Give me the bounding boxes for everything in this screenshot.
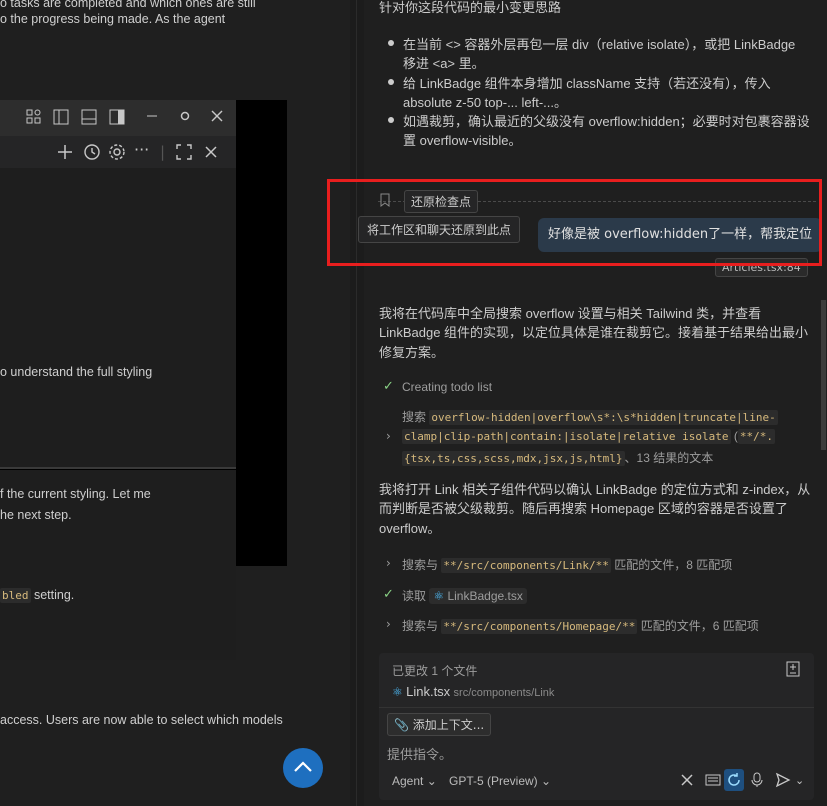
search-suffix: 、13 结果的文本 (624, 451, 714, 465)
mode-dropdown[interactable]: Agent ⌄ (392, 774, 437, 788)
separator-icon: | (160, 143, 166, 161)
search-glob: **/src/components/Link/** (441, 558, 611, 573)
react-icon: ⚛ (392, 685, 403, 699)
search-glob-ext: {tsx,ts,css,scss,mdx,jsx,js,html} (402, 451, 625, 466)
changed-file-name: Link.tsx (406, 684, 451, 699)
changed-file-row[interactable]: ⚛ Link.tsx src/components/Link (392, 684, 554, 699)
todo-status: Creating todo list (402, 380, 493, 394)
search-result-line[interactable]: 搜索与 **/src/components/Link/** 匹配的文件，8 匹配… (402, 556, 732, 573)
search-prefix: 搜索与 (402, 619, 442, 633)
input-panel: 已更改 1 个文件 ⚛ Link.tsx src/components/Link… (379, 653, 814, 800)
doc-text-line: o the progress being made. As the agent (0, 12, 226, 26)
model-dropdown[interactable]: GPT-5 (Preview) ⌄ (449, 774, 551, 788)
send-icon[interactable] (775, 772, 791, 788)
read-file-line[interactable]: 读取 ⚛ LinkBadge.tsx (402, 587, 527, 604)
doc-text-line: bled setting. (0, 588, 75, 603)
add-context-button[interactable]: 📎 添加上下文... (387, 713, 492, 736)
search-result-line: {tsx,ts,css,scss,mdx,jsx,js,html} 、13 结果的… (402, 449, 713, 466)
tools-icon[interactable] (679, 772, 695, 788)
search-glob: **/*. (737, 429, 775, 444)
doc-text-line: access. Users are now able to select whi… (0, 713, 283, 727)
auto-approve-icon[interactable] (724, 769, 744, 791)
read-prefix: 读取 (402, 589, 430, 603)
bullet-text: 给 LinkBadge 组件本身增加 className 支持（若还没有），传入 (403, 76, 771, 91)
new-chat-plus-icon[interactable] (56, 143, 74, 161)
reply-text: 修复方案。 (379, 345, 445, 360)
search-result-line[interactable]: clamp|clip-path|contain:|isolate|relativ… (402, 429, 775, 444)
doc-text-fragment: setting. (30, 588, 75, 602)
add-context-label: 添加上下文... (412, 718, 485, 732)
embedded-divider (0, 467, 236, 469)
title-bar (0, 100, 236, 136)
reply-text: 而判断是否被父级裁剪。随后再搜索 Homepage 区域的容器是否设置了 (379, 501, 788, 516)
layout-customize-icon[interactable] (26, 109, 42, 125)
search-prefix: 搜索与 (402, 558, 442, 572)
doc-text-line: f the current styling. Let me (0, 487, 151, 501)
history-icon[interactable] (83, 143, 101, 161)
chat-toolbar: ··· | (0, 136, 236, 168)
bullet-text: 置 overflow-visible。 (403, 133, 522, 148)
reply-text: 我将在代码库中全局搜索 overflow 设置与相关 Tailwind 类，并查… (379, 306, 762, 321)
restore-icon[interactable] (178, 109, 192, 123)
chevron-right-icon[interactable]: › (386, 556, 391, 570)
chevron-down-icon: ⌄ (541, 774, 552, 788)
search-query: overflow-hidden|overflow\s*:\s*hidden|tr… (429, 410, 778, 425)
gear-icon[interactable] (108, 143, 126, 161)
toggle-sidebar-icon[interactable] (53, 109, 69, 125)
search-query: clamp|clip-path|contain:|isolate|relativ… (402, 429, 731, 444)
keyboard-icon[interactable] (705, 772, 721, 788)
file-chip[interactable]: ⚛ LinkBadge.tsx (429, 588, 527, 604)
microphone-icon[interactable] (751, 772, 763, 788)
bullet-text: 如遇裁剪，确认最近的父级没有 overflow:hidden；必要时对包裹容器设 (403, 114, 810, 129)
changed-file-path: src/components/Link (453, 687, 555, 699)
chevron-right-icon[interactable]: › (386, 617, 391, 631)
chevron-down-icon: ⌄ (426, 774, 437, 788)
minimize-icon[interactable] (146, 108, 158, 124)
reply-text: 我将打开 Link 相关子组件代码以确认 LinkBadge 的定位方式和 z-… (379, 482, 811, 497)
bullet-text: absolute z-50 top-... left-...。 (403, 95, 568, 110)
toggle-secondary-sidebar-icon[interactable] (109, 109, 125, 125)
paperclip-icon: 📎 (394, 718, 409, 732)
changed-files-label[interactable]: 已更改 1 个文件 (392, 662, 477, 679)
inline-code: bled (0, 588, 31, 603)
pane-divider[interactable] (350, 0, 364, 806)
maximize-icon[interactable] (175, 143, 193, 161)
mode-label: Agent (392, 774, 424, 788)
bullet-dot (388, 79, 394, 85)
chat-scrollbar[interactable] (821, 300, 826, 450)
search-glob: **/src/components/Homepage/** (441, 619, 638, 634)
more-actions-icon[interactable]: ··· (134, 141, 149, 159)
search-suffix: 匹配的文件，6 匹配项 (637, 619, 759, 633)
search-prefix: 搜索 (402, 410, 430, 424)
chevron-down-icon[interactable]: ⌄ (795, 772, 804, 790)
embedded-content-area (0, 168, 236, 468)
toggle-panel-icon[interactable] (81, 109, 97, 125)
model-label: GPT-5 (Preview) (449, 774, 538, 788)
left-editor-pane: o tasks are completed and which ones are… (0, 0, 350, 806)
diff-view-icon[interactable] (786, 661, 800, 677)
close-chat-icon[interactable] (203, 143, 219, 161)
check-icon: ✓ (383, 379, 394, 394)
bullet-dot (388, 117, 394, 123)
search-result-line: 搜索 overflow-hidden|overflow\s*:\s*hidden… (402, 408, 778, 425)
close-window-icon[interactable] (210, 108, 224, 124)
bullet-text: 在当前 <> 容器外层再包一层 div（relative isolate），或把… (403, 37, 796, 52)
react-icon: ⚛ (433, 589, 445, 603)
search-result-line[interactable]: 搜索与 **/src/components/Homepage/** 匹配的文件，… (402, 617, 759, 634)
doc-text-line: he next step. (0, 508, 72, 522)
file-chip-label: LinkBadge.tsx (447, 589, 523, 603)
prompt-input[interactable]: 提供指令。 (387, 744, 452, 763)
doc-text-line: o understand the full styling (0, 365, 153, 379)
highlight-annotation (327, 179, 822, 266)
reply-text: overflow。 (379, 521, 441, 536)
bullet-text: 移进 <a> 里。 (403, 56, 485, 71)
chat-heading: 针对你这段代码的最小变更思路 (379, 0, 562, 15)
check-icon: ✓ (383, 587, 394, 602)
reply-text: LinkBadge 组件的实现，以定位具体是谁在裁剪它。接着基于结果给出最小 (379, 325, 809, 340)
bullet-dot (388, 40, 394, 46)
chevron-right-icon[interactable]: › (386, 429, 391, 443)
doc-text-line: o tasks are completed and which ones are… (0, 0, 256, 10)
scroll-to-top-button[interactable] (283, 748, 323, 788)
search-suffix: 匹配的文件，8 匹配项 (610, 558, 733, 572)
